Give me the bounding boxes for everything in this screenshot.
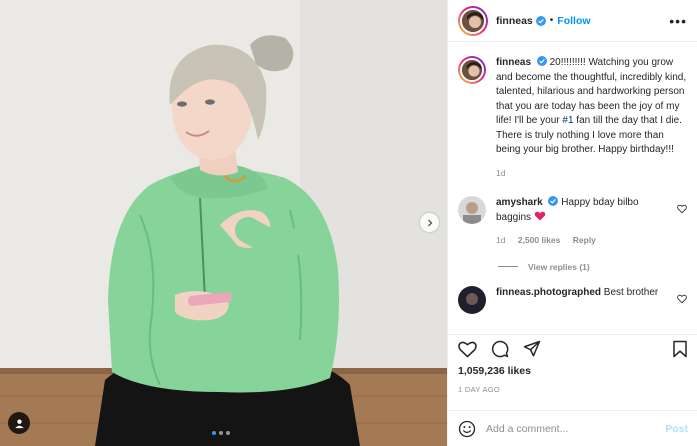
post-modal: finneas • Follow ••• finneas 20!!!!!!!!!… (0, 0, 697, 446)
comment-input[interactable] (486, 422, 666, 435)
verified-icon (536, 56, 547, 66)
carousel-dot (219, 431, 223, 435)
comment-text: Best brother (603, 286, 659, 298)
comment-meta: 1d 2,500 likes Reply (496, 233, 671, 248)
photo-image (0, 0, 447, 446)
user-tag-button[interactable] (8, 412, 30, 434)
comment-like-heart-icon[interactable] (677, 204, 687, 214)
bookmark-icon[interactable] (672, 340, 688, 358)
user-tag-icon (14, 418, 24, 428)
action-icons (458, 337, 688, 361)
comment-username[interactable]: finneas.photographed (496, 287, 601, 298)
author-username[interactable]: finneas (496, 15, 533, 27)
post-sidebar: finneas • Follow ••• finneas 20!!!!!!!!!… (447, 0, 697, 446)
red-heart-emoji-icon (534, 211, 546, 220)
likes-count[interactable]: 1,059,236 likes (458, 365, 688, 377)
verified-icon (548, 196, 559, 206)
carousel-next-button[interactable] (420, 213, 439, 232)
comment-likes[interactable]: 2,500 likes (518, 235, 561, 245)
author-avatar[interactable] (458, 5, 488, 36)
post-time[interactable]: 1 DAY AGO (458, 385, 688, 394)
comment-body: amyshark Happy bday bilbo baggins 1d 2,5… (496, 196, 671, 248)
comments-list[interactable]: finneas 20!!!!!!!!! Watching you grow an… (448, 42, 697, 327)
post-actions: 1,059,236 likes 1 DAY AGO (448, 334, 697, 394)
commenter-avatar[interactable] (458, 196, 486, 224)
comment-icon[interactable] (491, 340, 509, 358)
more-options-icon[interactable]: ••• (669, 14, 687, 28)
add-comment-bar: Post (448, 410, 697, 446)
emoji-icon[interactable] (458, 420, 476, 438)
comment-body: finneas.photographed Best brother (496, 286, 671, 301)
follow-button[interactable]: Follow (557, 15, 590, 27)
commenter-avatar[interactable] (458, 285, 486, 314)
carousel-dots (212, 431, 230, 435)
caption-username[interactable]: finneas (496, 57, 531, 68)
heart-icon[interactable] (458, 340, 477, 358)
caption: finneas 20!!!!!!!!! Watching you grow an… (458, 56, 687, 180)
share-icon[interactable] (523, 340, 541, 358)
view-replies-button[interactable]: View replies (1) (498, 262, 687, 272)
caption-meta: 1d (496, 166, 687, 181)
carousel-dot (226, 431, 230, 435)
comment-age[interactable]: 1d (496, 235, 505, 245)
comment-username[interactable]: amyshark (496, 197, 543, 208)
view-replies-label: View replies (1) (528, 261, 590, 272)
caption-body: finneas 20!!!!!!!!! Watching you grow an… (496, 56, 687, 180)
post-comment-button[interactable]: Post (665, 423, 688, 435)
chevron-right-icon (427, 219, 432, 226)
header-separator: • (549, 15, 554, 26)
caption-hashtag[interactable]: #1 (562, 115, 573, 126)
post-photo[interactable] (0, 0, 447, 446)
caption-avatar[interactable] (458, 56, 486, 84)
carousel-dot (212, 431, 216, 435)
comment-item: amyshark Happy bday bilbo baggins 1d 2,5… (458, 196, 687, 248)
view-replies-line (498, 266, 518, 267)
comment-item: finneas.photographed Best brother (458, 285, 687, 314)
post-header: finneas • Follow ••• (448, 0, 697, 42)
caption-age[interactable]: 1d (496, 168, 505, 178)
reply-button[interactable]: Reply (573, 235, 596, 245)
comment-like-heart-icon[interactable] (677, 294, 687, 304)
verified-icon (535, 15, 546, 26)
